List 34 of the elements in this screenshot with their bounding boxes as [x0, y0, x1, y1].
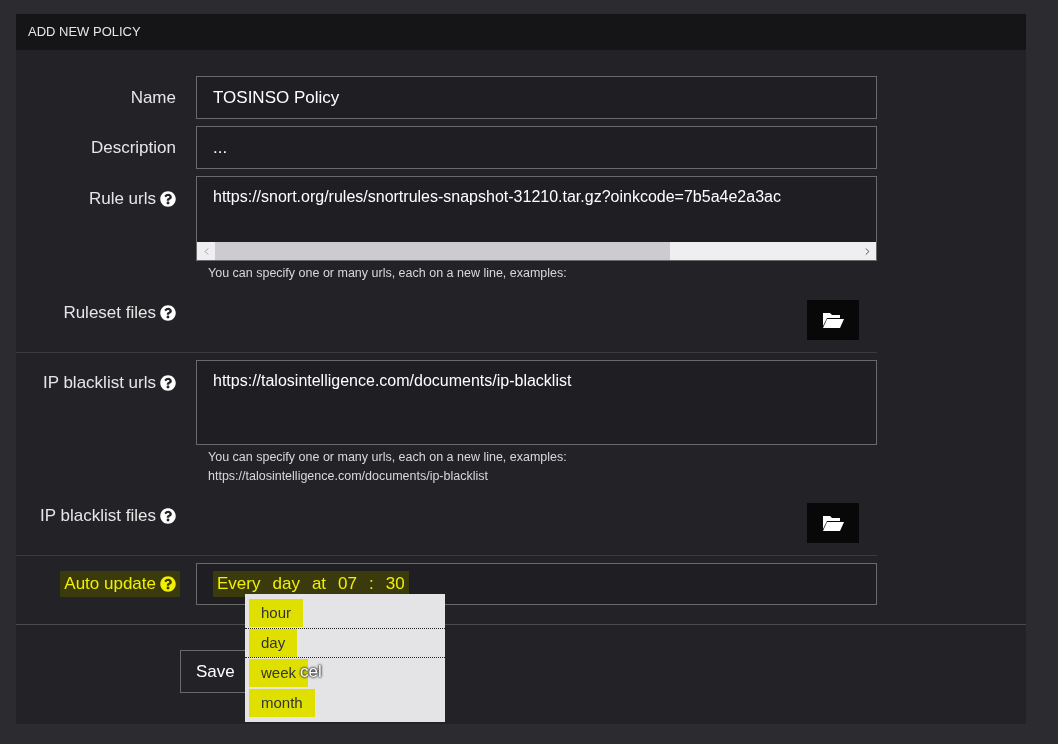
- schedule-part: 07: [338, 573, 357, 596]
- help-icon[interactable]: [160, 576, 176, 592]
- folder-icon: [822, 312, 844, 328]
- horizontal-scrollbar[interactable]: [197, 242, 876, 260]
- field-label: Rule urls: [88, 188, 156, 210]
- schedule-part: :: [369, 573, 374, 596]
- field-label: Description: [90, 136, 176, 159]
- field-label: Auto update: [64, 573, 156, 596]
- folder-icon: [822, 515, 844, 531]
- field-label: Name: [130, 86, 176, 109]
- help-icon[interactable]: [160, 190, 176, 207]
- hint-text: You can specify one or many urls, each on a new line, examples:: [208, 449, 568, 466]
- help-icon[interactable]: [160, 507, 176, 524]
- textarea-field[interactable]: https://snort.org/rules/snortrules-snapshot-31210.tar.gz?oinkcode=7b5a4e2a3ac: [196, 176, 877, 261]
- schedule-part: day: [272, 573, 300, 596]
- text-field[interactable]: ...: [196, 126, 877, 169]
- schedule-field[interactable]: Every day at 07 : 30: [196, 563, 877, 605]
- dropdown-option[interactable]: day: [245, 628, 445, 658]
- browse-button[interactable]: [807, 300, 859, 340]
- field-label: IP blacklist files: [40, 505, 156, 527]
- text-field[interactable]: TOSINSO Policy: [196, 76, 877, 119]
- schedule-part: at: [311, 573, 327, 596]
- panel-title: ADD NEW POLICY: [28, 23, 141, 42]
- browse-button[interactable]: [807, 503, 859, 543]
- help-icon[interactable]: [160, 304, 176, 321]
- textarea-field[interactable]: https://talosintelligence.com/documents/ip-blacklist: [196, 360, 877, 445]
- field-label: Ruleset files: [63, 302, 156, 324]
- schedule-part: 30: [385, 573, 405, 596]
- dropdown-option[interactable]: month: [245, 688, 445, 718]
- field-label: IP blacklist urls: [42, 372, 156, 394]
- hint-text: https://talosintelligence.com/documents/ip-blacklist: [208, 468, 489, 485]
- help-icon[interactable]: [160, 374, 176, 391]
- schedule-part: Every: [217, 573, 261, 596]
- hint-text: You can specify one or many urls, each on a new line, examples:: [208, 265, 568, 282]
